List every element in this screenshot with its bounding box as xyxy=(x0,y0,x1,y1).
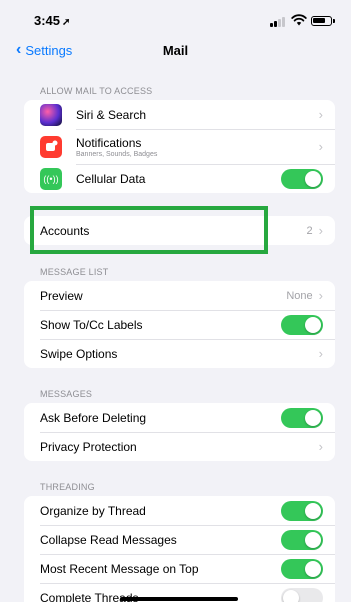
chevron-right-icon: › xyxy=(318,439,323,454)
cellular-signal-icon xyxy=(270,17,286,27)
preview-label: Preview xyxy=(40,288,83,303)
notifications-row[interactable]: Notifications Banners, Sounds, Badges › xyxy=(24,129,335,164)
accounts-row[interactable]: Accounts 2 › xyxy=(24,216,335,245)
collapse-read-row: Collapse Read Messages xyxy=(24,525,335,554)
cellular-data-label: Cellular Data xyxy=(76,171,146,186)
section-header-allow-access: ALLOW MAIL TO ACCESS xyxy=(40,86,153,96)
battery-icon xyxy=(311,16,335,26)
page-title: Mail xyxy=(162,43,189,58)
allow-access-group: Siri & Search › Notifications Banners, S… xyxy=(24,100,335,193)
most-recent-toggle[interactable] xyxy=(281,558,323,579)
message-list-group: Preview None › Show To/Cc Labels Swipe O… xyxy=(24,281,335,368)
ask-before-deleting-label: Ask Before Deleting xyxy=(40,410,147,425)
privacy-protection-label: Privacy Protection xyxy=(40,439,137,454)
show-to-cc-label: Show To/Cc Labels xyxy=(40,317,143,332)
ask-before-deleting-toggle[interactable] xyxy=(281,407,323,428)
messages-group: Ask Before Deleting Privacy Protection › xyxy=(24,403,335,461)
home-indicator[interactable] xyxy=(120,597,238,601)
siri-search-row[interactable]: Siri & Search › xyxy=(24,100,335,129)
section-header-messages: MESSAGES xyxy=(40,389,93,399)
cellular-data-row: ((•)) Cellular Data xyxy=(24,164,335,193)
threading-group: Organize by Thread Collapse Read Message… xyxy=(24,496,335,602)
swipe-options-row[interactable]: Swipe Options › xyxy=(24,339,335,368)
clock: 3:45 ➚ xyxy=(34,13,70,28)
chevron-right-icon: › xyxy=(318,223,323,238)
cellular-data-toggle[interactable] xyxy=(281,168,323,189)
chevron-right-icon: › xyxy=(318,139,323,154)
clock-time: 3:45 xyxy=(34,13,61,28)
organize-by-thread-row: Organize by Thread xyxy=(24,496,335,525)
privacy-protection-row[interactable]: Privacy Protection › xyxy=(24,432,335,461)
swipe-options-label: Swipe Options xyxy=(40,346,118,361)
accounts-group: Accounts 2 › xyxy=(24,216,335,245)
most-recent-row: Most Recent Message on Top xyxy=(24,554,335,583)
show-to-cc-row: Show To/Cc Labels xyxy=(24,310,335,339)
organize-by-thread-label: Organize by Thread xyxy=(40,503,146,518)
preview-value: None xyxy=(286,289,313,302)
antenna-icon: ((•)) xyxy=(40,167,62,190)
notifications-subtitle: Banners, Sounds, Badges xyxy=(76,150,158,158)
collapse-read-label: Collapse Read Messages xyxy=(40,532,177,547)
chevron-right-icon: › xyxy=(318,288,323,303)
chevron-right-icon: › xyxy=(318,107,323,122)
most-recent-label: Most Recent Message on Top xyxy=(40,561,199,576)
organize-by-thread-toggle[interactable] xyxy=(281,500,323,521)
accounts-label: Accounts xyxy=(40,223,90,238)
preview-row[interactable]: Preview None › xyxy=(24,281,335,310)
wifi-icon xyxy=(291,14,307,26)
show-to-cc-toggle[interactable] xyxy=(281,314,323,335)
section-header-threading: THREADING xyxy=(40,482,95,492)
section-header-message-list: MESSAGE LIST xyxy=(40,267,109,277)
accounts-count: 2 xyxy=(306,224,313,237)
complete-threads-toggle[interactable] xyxy=(281,587,323,602)
location-arrow-icon: ➚ xyxy=(62,17,71,28)
chevron-right-icon: › xyxy=(318,346,323,361)
collapse-read-toggle[interactable] xyxy=(281,529,323,550)
siri-icon xyxy=(40,103,62,126)
ask-before-deleting-row: Ask Before Deleting xyxy=(24,403,335,432)
status-bar: 3:45 ➚ xyxy=(0,0,351,36)
notification-bell-icon xyxy=(40,135,62,158)
notifications-label: Notifications xyxy=(76,135,142,150)
siri-search-label: Siri & Search xyxy=(76,107,147,122)
navigation-bar: ‹ Settings Mail xyxy=(0,36,351,66)
